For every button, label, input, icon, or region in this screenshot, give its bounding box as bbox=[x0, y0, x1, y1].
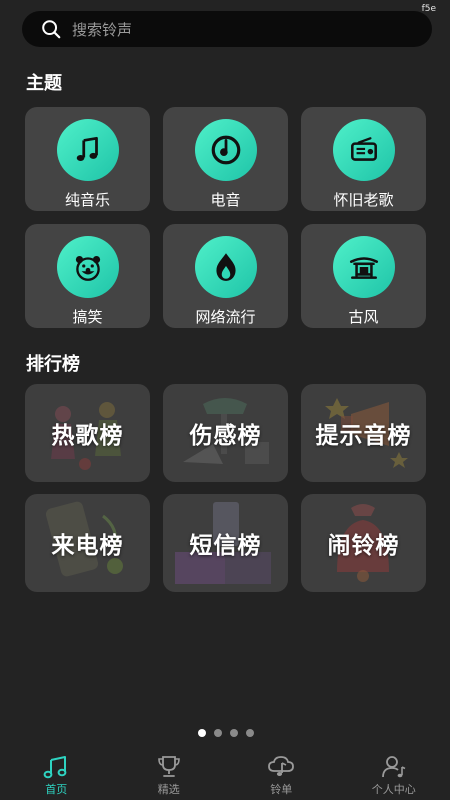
theme-label: 电音 bbox=[210, 191, 241, 209]
theme-label: 搞笑 bbox=[72, 308, 103, 326]
rank-card-alarm[interactable]: 闹铃榜 bbox=[301, 494, 426, 592]
theme-icon-badge bbox=[56, 119, 119, 181]
rank-label: 短信榜 bbox=[189, 533, 262, 559]
tab-label: 首页 bbox=[45, 783, 68, 796]
user-music-icon bbox=[381, 756, 406, 778]
theme-card-ancient-style[interactable]: 古风 bbox=[301, 224, 426, 328]
tab-ringtone-list[interactable]: 铃单 bbox=[225, 752, 338, 800]
rank-label: 伤感榜 bbox=[189, 423, 262, 449]
tab-label: 个人中心 bbox=[371, 783, 416, 796]
theme-icon-badge bbox=[332, 236, 395, 298]
theme-card-funny[interactable]: 搞笑 bbox=[25, 224, 150, 328]
music-notes-icon bbox=[43, 756, 67, 779]
rank-card-sms[interactable]: 短信榜 bbox=[163, 494, 288, 592]
bottom-tab-bar: 首页 精选 铃单 个人中心 bbox=[0, 752, 450, 800]
theme-label: 网络流行 bbox=[195, 308, 256, 326]
theme-icon-badge bbox=[194, 119, 257, 181]
page-indicator bbox=[198, 729, 254, 737]
radio-icon bbox=[350, 137, 377, 161]
tab-home[interactable]: 首页 bbox=[0, 752, 113, 800]
rank-card-incoming-call[interactable]: 来电榜 bbox=[25, 494, 150, 592]
trophy-icon bbox=[157, 756, 180, 777]
themes-title: 主题 bbox=[26, 73, 62, 94]
page-dot[interactable] bbox=[246, 729, 254, 737]
rank-label: 热歌榜 bbox=[51, 423, 124, 449]
rank-card-notification-sounds[interactable]: 提示音榜 bbox=[301, 384, 426, 482]
theme-card-oldies[interactable]: 怀旧老歌 bbox=[301, 107, 426, 211]
theme-label: 纯音乐 bbox=[64, 191, 110, 209]
page-dot[interactable] bbox=[214, 729, 222, 737]
search-icon bbox=[42, 20, 61, 39]
status-tag: f5e bbox=[421, 4, 436, 14]
flame-icon bbox=[215, 253, 236, 281]
theme-icon-badge bbox=[56, 236, 119, 298]
theme-card-pure-music[interactable]: 纯音乐 bbox=[25, 107, 150, 211]
clown-face-icon bbox=[75, 255, 100, 281]
home-screen: f5e 搜索铃声 主题 纯音乐 电音 怀旧老歌 搞笑 网络流行 古风 排行榜 热… bbox=[0, 0, 450, 800]
rank-label: 闹铃榜 bbox=[327, 533, 400, 559]
theme-label: 怀旧老歌 bbox=[333, 191, 394, 209]
tab-featured[interactable]: 精选 bbox=[113, 752, 226, 800]
rank-label: 提示音榜 bbox=[315, 423, 412, 449]
theme-card-internet-pop[interactable]: 网络流行 bbox=[163, 224, 288, 328]
pavilion-icon bbox=[349, 257, 378, 279]
rank-card-hot-songs[interactable]: 热歌榜 bbox=[25, 384, 150, 482]
theme-icon-badge bbox=[194, 236, 257, 298]
page-dot[interactable] bbox=[198, 729, 206, 737]
search-bar[interactable]: 搜索铃声 bbox=[22, 11, 432, 47]
cloud-music-icon bbox=[268, 756, 295, 776]
theme-card-electronic[interactable]: 电音 bbox=[163, 107, 288, 211]
tab-label: 铃单 bbox=[270, 783, 293, 796]
rankings-title: 排行榜 bbox=[26, 354, 80, 375]
theme-label: 古风 bbox=[348, 308, 379, 326]
tab-profile[interactable]: 个人中心 bbox=[338, 752, 450, 800]
page-dot[interactable] bbox=[230, 729, 238, 737]
rank-card-sad-songs[interactable]: 伤感榜 bbox=[163, 384, 288, 482]
theme-icon-badge bbox=[332, 119, 395, 181]
search-placeholder: 搜索铃声 bbox=[72, 20, 133, 39]
tab-label: 精选 bbox=[157, 783, 180, 796]
vinyl-disc-icon bbox=[211, 135, 240, 165]
music-note-icon bbox=[76, 136, 98, 161]
rank-label: 来电榜 bbox=[51, 533, 124, 559]
